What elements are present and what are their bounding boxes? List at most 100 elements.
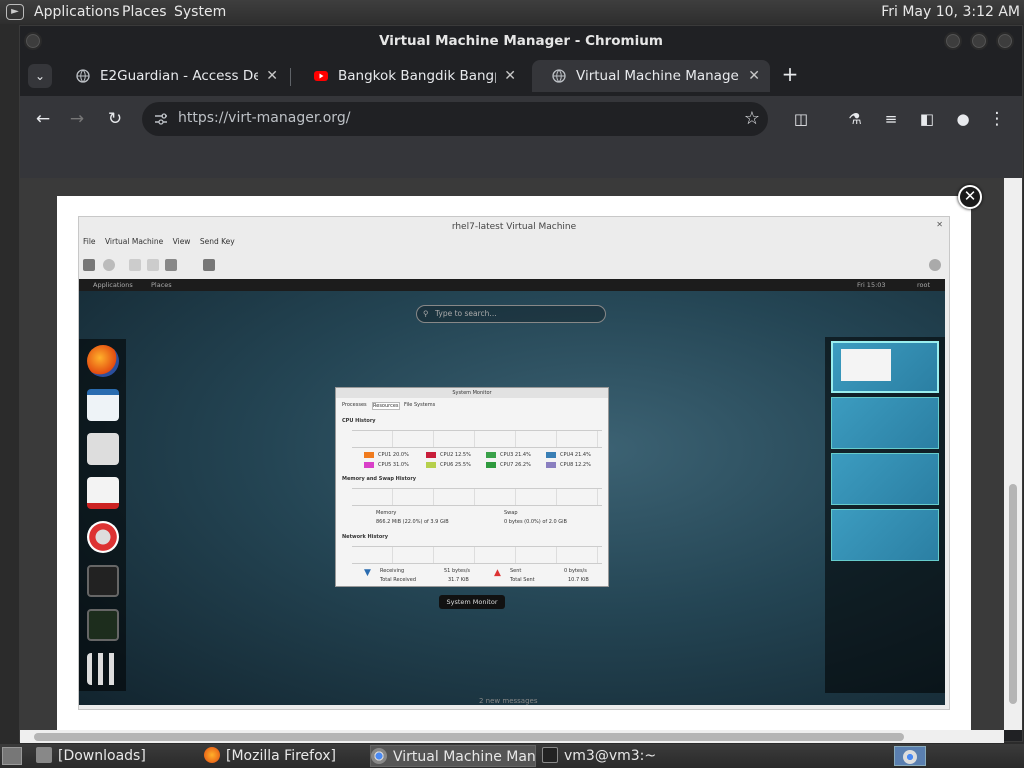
applications-menu[interactable]: Applications — [34, 4, 120, 20]
cpu-legend: CPU1 20.0% — [378, 452, 409, 458]
taskbar-label: vm3@vm3:~ — [564, 748, 657, 764]
cpu-legend: CPU7 26.2% — [500, 462, 531, 468]
tab-virt-manager[interactable]: Virtual Machine Manager ✕ — [532, 60, 770, 92]
shutdown-icon — [165, 259, 177, 271]
tab-youtube[interactable]: Bangkok Bangdik Bangpusi Ba ✕ — [294, 60, 526, 92]
horizontal-scrollbar[interactable] — [20, 730, 1004, 743]
sysmon-tab-resources: Resources — [372, 402, 400, 410]
workspace-indicator[interactable] — [894, 746, 926, 766]
sysmon-tab-filesystems: File Systems — [404, 402, 436, 408]
sysmon-tab-processes: Processes — [342, 402, 367, 408]
search-icon: ⚲ — [423, 309, 429, 318]
files-icon — [87, 433, 119, 465]
site-settings-icon[interactable] — [154, 112, 168, 126]
window-title: Virtual Machine Manager - Chromium — [379, 33, 663, 49]
forward-button[interactable]: → — [66, 108, 88, 130]
close-tab-icon[interactable]: ✕ — [504, 60, 516, 92]
folder-icon — [36, 747, 52, 763]
window-titlebar[interactable]: Virtual Machine Manager - Chromium — [20, 26, 1022, 56]
chrome-menu-icon[interactable]: ⋮ — [986, 108, 1008, 130]
cpu-history-heading: CPU History — [342, 418, 376, 424]
close-tab-icon[interactable]: ✕ — [748, 60, 760, 92]
workspace-thumbnail — [831, 453, 939, 505]
side-panel-icon[interactable]: ◧ — [916, 108, 938, 130]
tab-strip: ⌄ E2Guardian - Access Denied ✕ Bangkok B… — [20, 56, 1022, 96]
network-history-heading: Network History — [342, 534, 388, 540]
cpu-graph — [352, 430, 602, 448]
guest-desktop: Applications Places Fri 15:03 root ⚲ Typ… — [79, 279, 945, 705]
vm-menu-send-key: Send Key — [199, 237, 235, 246]
workspace-thumbnail — [831, 509, 939, 561]
media-controls-icon[interactable]: ≡ — [880, 108, 902, 130]
firefox-icon — [204, 747, 220, 763]
profile-icon[interactable]: ● — [952, 108, 974, 130]
system-monitor-window: System Monitor Processes Resources File … — [335, 387, 609, 587]
total-sent-value: 10.7 KiB — [568, 577, 589, 583]
memory-value: 866.2 MiB (22.0%) of 3.9 GiB — [376, 519, 449, 525]
maximize-button[interactable] — [970, 32, 988, 50]
cpu-legend: CPU8 12.2% — [560, 462, 591, 468]
guest-search-placeholder: Type to search... — [435, 309, 497, 318]
window-menu-button[interactable] — [24, 32, 42, 50]
bookmark-star-icon[interactable]: ☆ — [744, 108, 760, 129]
top-panel: ► Applications Places System Fri May 10,… — [0, 0, 1024, 24]
guest-top-bar: Applications Places Fri 15:03 root — [79, 279, 945, 291]
browser-window: Virtual Machine Manager - Chromium ⌄ E2G… — [19, 25, 1023, 743]
guest-search-field: ⚲ Type to search... — [416, 305, 606, 323]
upload-arrow-icon: ▲ — [494, 568, 501, 578]
swap-value: 0 bytes (0.0%) of 2.0 GiB — [504, 519, 567, 525]
system-monitor-tooltip: System Monitor — [439, 595, 505, 609]
total-received-label: Total Received — [380, 577, 417, 583]
cpu-legend: CPU6 25.5% — [440, 462, 471, 468]
terminal-icon — [87, 565, 119, 597]
vm-menubar: File Virtual Machine View Send Key — [83, 237, 242, 251]
reload-button[interactable]: ↻ — [104, 108, 126, 130]
cpu-legend: CPU4 21.4% — [560, 452, 591, 458]
system-menu[interactable]: System — [174, 4, 226, 20]
show-desktop-icon[interactable] — [2, 747, 22, 765]
chromium-icon — [371, 748, 387, 764]
vm-close-icon: ✕ — [936, 220, 943, 229]
details-icon — [103, 259, 115, 271]
close-window-button[interactable] — [996, 32, 1014, 50]
close-tab-icon[interactable]: ✕ — [266, 60, 278, 92]
lightbox-close-button[interactable]: ✕ — [958, 185, 982, 209]
extensions-icon[interactable]: ◫ — [790, 108, 812, 130]
clock[interactable]: Fri May 10, 3:12 AM — [881, 4, 1020, 20]
vertical-scrollbar[interactable] — [1004, 178, 1022, 730]
tab-search-button[interactable]: ⌄ — [28, 64, 52, 88]
tab-title: E2Guardian - Access Denied — [100, 68, 258, 84]
places-menu[interactable]: Places — [122, 4, 167, 20]
taskbar-terminal[interactable]: vm3@vm3:~ — [542, 745, 692, 767]
workspace-switcher — [825, 337, 945, 693]
browser-toolbar: ← → ↻ https://virt-manager.org/ ☆ ◫ ⚗ ≡ … — [20, 96, 1022, 142]
tab-title: Bangkok Bangdik Bangpusi Ba — [338, 68, 496, 84]
vm-console-window: rhel7-latest Virtual Machine ✕ File Virt… — [78, 216, 950, 710]
youtube-icon — [314, 71, 328, 81]
cpu-legend: CPU2 12.5% — [440, 452, 471, 458]
distro-logo-icon[interactable]: ► — [6, 4, 24, 20]
vm-window-title: rhel7-latest Virtual Machine — [451, 222, 577, 232]
minimize-button[interactable] — [944, 32, 962, 50]
vm-menu-file: File — [83, 237, 96, 246]
vm-menu-virtual-machine: Virtual Machine — [104, 237, 164, 246]
tab-e2guardian[interactable]: E2Guardian - Access Denied ✕ — [56, 60, 288, 92]
guest-places-menu: Places — [151, 281, 172, 289]
writer-icon — [87, 389, 119, 421]
cpu-legend: CPU3 21.4% — [500, 452, 531, 458]
new-tab-button[interactable]: + — [778, 62, 802, 86]
firefox-icon — [87, 345, 119, 377]
taskbar-chromium[interactable]: Virtual Machine Man... — [370, 745, 536, 767]
labs-flask-icon[interactable]: ⚗ — [844, 108, 866, 130]
taskbar-downloads[interactable]: [Downloads] — [36, 745, 194, 767]
bottom-taskbar: [Downloads] [Mozilla Firefox] Virtual Ma… — [0, 744, 1024, 768]
resize-icon — [929, 259, 941, 271]
address-bar[interactable]: https://virt-manager.org/ ☆ — [142, 102, 768, 136]
back-button[interactable]: ← — [32, 108, 54, 130]
cpu-legend: CPU5 31.0% — [378, 462, 409, 468]
taskbar-firefox[interactable]: [Mozilla Firefox] — [204, 745, 362, 767]
workspace-thumbnail — [831, 397, 939, 449]
taskbar-label: [Downloads] — [58, 748, 146, 764]
vm-toolbar — [79, 253, 949, 277]
url-text: https://virt-manager.org/ — [178, 110, 351, 126]
